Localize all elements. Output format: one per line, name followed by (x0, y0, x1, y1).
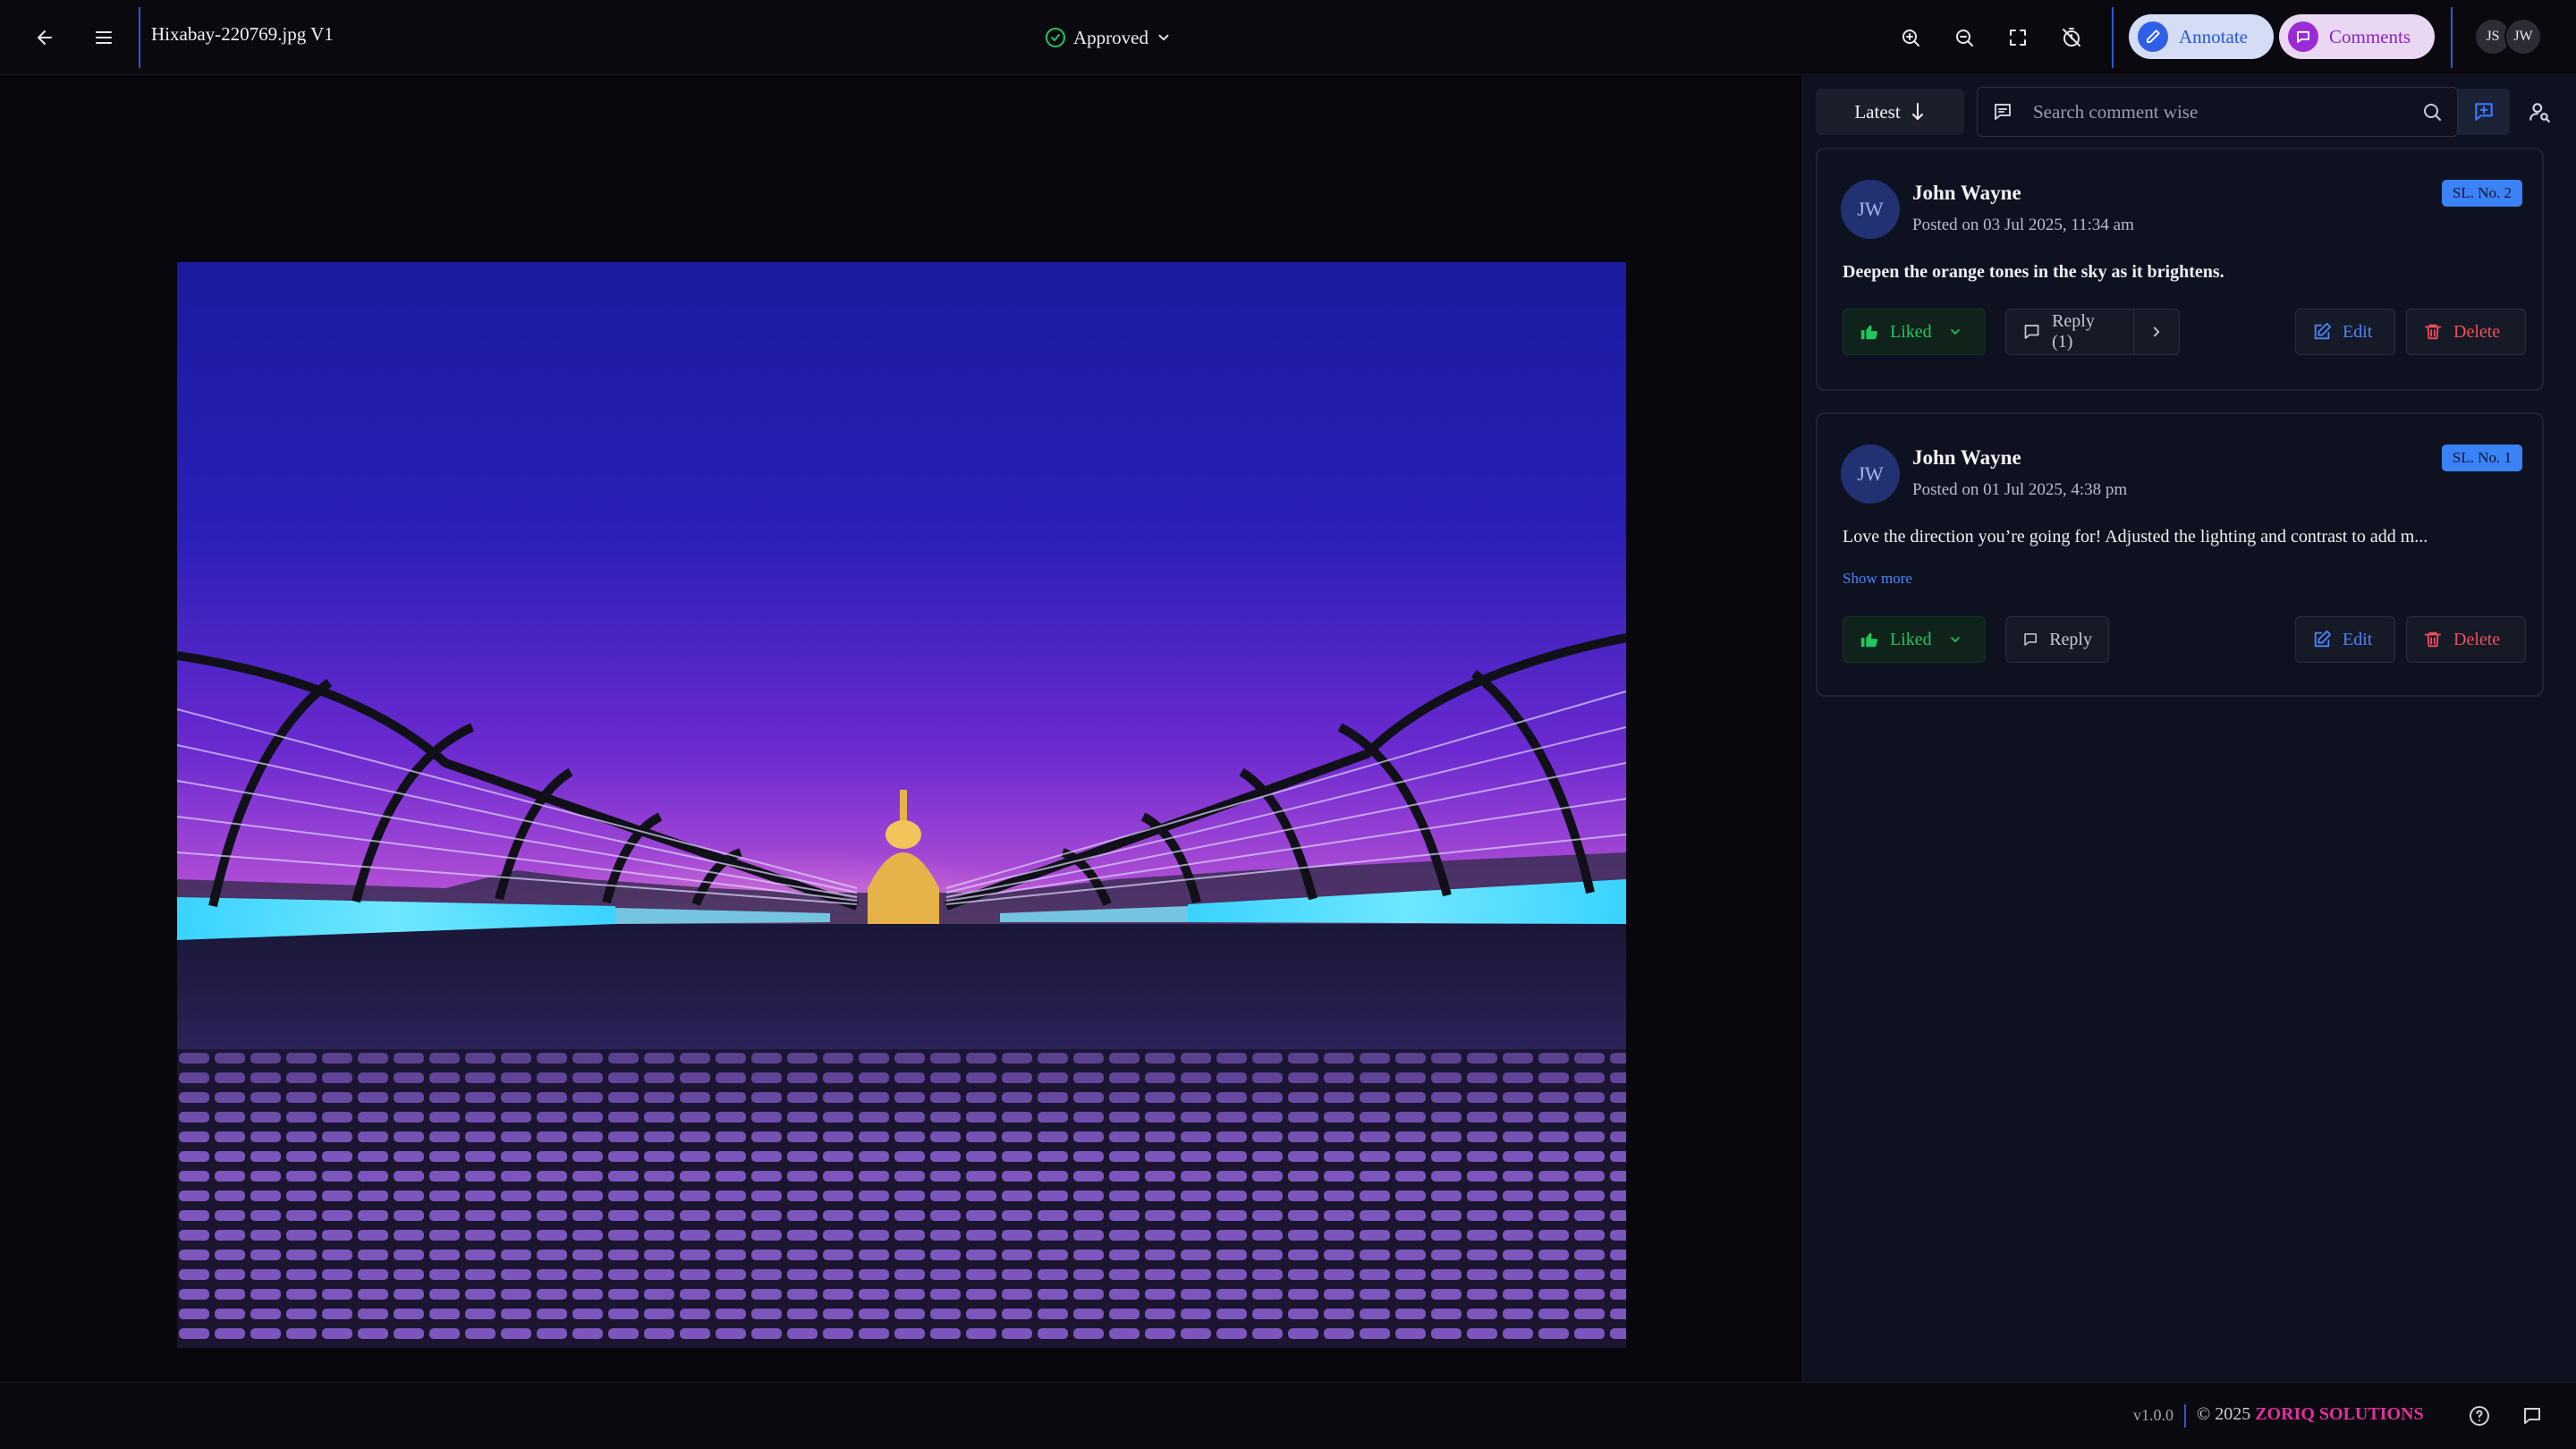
comment-author: John Wayne (1912, 446, 2021, 469)
avatar: JW (1841, 180, 1900, 239)
comment-card[interactable]: JW John Wayne Posted on 03 Jul 2025, 11:… (1816, 148, 2544, 391)
comment-icon (2024, 325, 2039, 339)
delete-label: Delete (2453, 629, 2501, 649)
thumbs-up-icon (1860, 325, 1878, 340)
header-divider (2451, 7, 2453, 68)
image-viewer[interactable] (0, 76, 1802, 1382)
avatar[interactable]: JW (2504, 18, 2542, 55)
help-icon[interactable] (2466, 1402, 2493, 1429)
liked-button[interactable]: Liked (1843, 616, 1986, 663)
header-divider (139, 7, 140, 68)
reply-label: Reply (1) (2052, 311, 2095, 352)
footer: v1.0.0 © 2025 ZORIQ SOLUTIONS (0, 1382, 2576, 1449)
expand-replies-button[interactable] (2133, 309, 2180, 355)
timer-off-icon[interactable] (2052, 18, 2091, 57)
comments-panel: Latest JW John Wayne Posted on 03 Jul 20… (1802, 76, 2576, 1382)
avatar: JW (1841, 445, 1900, 504)
pencil-icon (2138, 21, 2168, 52)
comment-text: Deepen the orange tones in the sky as it… (1843, 262, 2224, 282)
arrow-down-icon (1911, 103, 1923, 120)
user-search-icon[interactable] (2513, 89, 2565, 135)
chat-icon (2288, 21, 2318, 52)
edit-label: Edit (2343, 321, 2373, 342)
back-arrow-icon[interactable] (25, 18, 64, 57)
chevron-down-icon (1158, 34, 1169, 41)
serial-badge: SL. No. 2 (2441, 180, 2522, 207)
sort-latest-button[interactable]: Latest (1816, 89, 1964, 135)
fullscreen-icon[interactable] (1998, 18, 2038, 57)
edit-icon (2314, 322, 2332, 340)
app-version: v1.0.0 (2133, 1406, 2174, 1424)
feedback-icon[interactable] (2519, 1402, 2546, 1429)
comment-timestamp: Posted on 01 Jul 2025, 4:38 pm (1912, 480, 2128, 499)
artwork-image[interactable] (177, 262, 1626, 1348)
status-dropdown[interactable]: Approved (1045, 21, 1172, 54)
comments-button[interactable]: Comments (2279, 14, 2435, 59)
edit-label: Edit (2343, 629, 2373, 649)
show-more-link[interactable]: Show more (1843, 570, 1912, 588)
trash-icon (2424, 324, 2442, 340)
serial-badge: SL. No. 1 (2441, 445, 2522, 471)
thumbs-up-icon (1860, 632, 1878, 648)
header-divider (2112, 7, 2114, 68)
delete-label: Delete (2453, 321, 2501, 342)
reply-button[interactable]: Reply (1) (2005, 309, 2134, 355)
footer-divider (2184, 1404, 2186, 1428)
menu-icon[interactable] (84, 18, 123, 57)
reply-label: Reply (2049, 629, 2092, 649)
trash-icon (2424, 631, 2442, 648)
reply-button[interactable]: Reply (2005, 616, 2109, 663)
delete-button[interactable]: Delete (2406, 309, 2526, 355)
file-title: Hixabay-220769.jpg V1 (151, 23, 334, 45)
comment-timestamp: Posted on 03 Jul 2025, 11:34 am (1912, 216, 2134, 234)
brand-name: ZORIQ SOLUTIONS (2255, 1404, 2424, 1424)
status-label: Approved (1073, 26, 1148, 48)
liked-label: Liked (1890, 321, 1932, 342)
search-icon[interactable] (2421, 101, 2443, 123)
edit-button[interactable]: Edit (2295, 309, 2395, 355)
comment-filter-icon (1995, 104, 2011, 120)
top-toolbar: Hixabay-220769.jpg V1 Approved Annotate … (0, 0, 2576, 75)
comment-search[interactable] (1977, 87, 2458, 137)
check-circle-icon (1046, 28, 1065, 47)
edit-button[interactable]: Edit (2295, 616, 2395, 663)
comment-author: John Wayne (1912, 182, 2021, 204)
comments-label: Comments (2329, 25, 2411, 47)
edit-icon (2314, 630, 2332, 648)
add-comment-icon[interactable] (2458, 89, 2510, 135)
comment-text: Love the direction you’re going for! Adj… (1843, 527, 2428, 547)
zoom-out-icon[interactable] (1945, 18, 1984, 57)
comment-icon (2024, 633, 2037, 646)
chevron-down-icon (1950, 637, 1960, 642)
collaborator-avatars[interactable]: JS JW (2474, 18, 2542, 55)
bridge-photo (177, 262, 1626, 1348)
copyright-prefix: © 2025 (2197, 1404, 2251, 1424)
sort-label: Latest (1854, 100, 1901, 123)
copyright: © 2025 ZORIQ SOLUTIONS (2197, 1404, 2424, 1425)
liked-label: Liked (1890, 629, 1932, 649)
chevron-down-icon (1950, 329, 1960, 335)
annotate-button[interactable]: Annotate (2129, 14, 2274, 59)
chevron-right-icon (2153, 326, 2160, 337)
search-input[interactable] (2033, 100, 2402, 123)
liked-button[interactable]: Liked (1843, 309, 1986, 355)
comment-card[interactable]: JW John Wayne Posted on 01 Jul 2025, 4:3… (1816, 412, 2544, 697)
annotate-label: Annotate (2179, 25, 2248, 47)
delete-button[interactable]: Delete (2406, 616, 2526, 663)
zoom-in-icon[interactable] (1891, 18, 1930, 57)
